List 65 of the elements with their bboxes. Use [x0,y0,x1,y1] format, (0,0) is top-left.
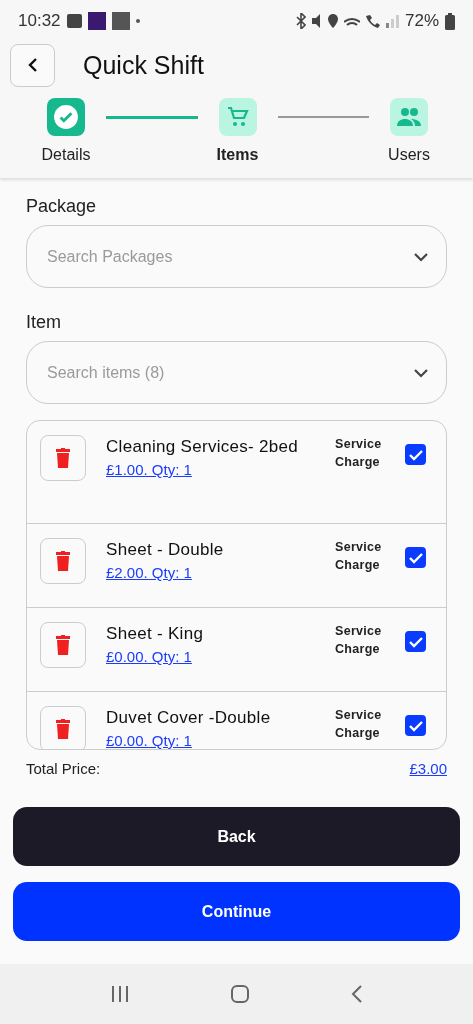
item-search-field[interactable]: Search items (8) [26,341,447,404]
item-name: Duvet Cover -Double [106,708,272,728]
check-circle-icon [53,104,79,130]
chevron-left-icon [27,57,38,73]
check-icon [408,635,423,648]
item-name: Cleaning Services- 2bed [106,437,300,457]
service-charge-label: Service Charge [335,707,383,742]
delete-button[interactable] [40,622,86,668]
home-icon[interactable] [230,984,251,1004]
signal-icon [385,14,399,28]
continue-button[interactable]: Continue [13,882,460,941]
chevron-down-icon [413,368,429,378]
chevron-down-icon [413,252,429,262]
service-charge-checkbox[interactable] [405,547,426,568]
image-icon [66,14,82,28]
page-title: Quick Shift [83,50,204,80]
cart-icon [225,105,250,129]
delete-button[interactable] [40,435,86,481]
status-time: 10:32 [18,11,61,31]
trash-icon [55,448,71,468]
step-label: Details [41,146,91,164]
item-name: Sheet - Double [106,540,225,560]
wifi-icon [343,16,360,26]
location-icon [327,14,338,28]
total-label: Total Price: [26,760,101,777]
trash-icon [55,635,71,655]
step-label: Items [216,146,259,164]
bluetooth-icon [295,13,306,29]
field-label: Item [26,312,62,333]
item-price-link[interactable]: £0.00. Qty: 1 [106,648,315,665]
dot-icon [135,19,140,23]
check-icon [408,719,423,732]
app-icon [111,12,130,30]
step[interactable]: Items [197,98,278,164]
phone-icon [365,14,380,28]
check-icon [408,448,423,461]
users-icon [396,106,422,128]
item-price-link[interactable]: £0.00. Qty: 1 [106,732,315,749]
app-icon [87,12,106,30]
package-search-field[interactable]: Search Packages [26,225,447,288]
service-charge-label: Service Charge [335,436,383,471]
back-action-button[interactable]: Back [13,807,460,866]
battery-icon [445,12,455,30]
back-nav-icon[interactable] [350,984,363,1004]
delete-button[interactable] [40,706,86,749]
battery-percent: 72% [404,11,439,31]
service-charge-label: Service Charge [335,539,383,574]
service-charge-checkbox[interactable] [405,715,426,736]
trash-icon [55,719,71,739]
mute-icon [311,14,322,28]
field-label: Package [26,196,98,217]
recent-apps-icon[interactable] [110,985,131,1003]
step[interactable]: Users [369,98,449,164]
service-charge-checkbox[interactable] [405,444,426,465]
delete-button[interactable] [40,538,86,584]
item-price-link[interactable]: £1.00. Qty: 1 [106,461,315,478]
trash-icon [55,551,71,571]
service-charge-checkbox[interactable] [405,631,426,652]
total-price-link[interactable]: £3.00 [409,760,447,777]
check-icon [408,551,423,564]
service-charge-label: Service Charge [335,623,383,658]
item-name: Sheet - King [106,624,205,644]
step[interactable]: Details [26,98,106,164]
item-price-link[interactable]: £2.00. Qty: 1 [106,564,315,581]
step-label: Users [388,146,430,164]
